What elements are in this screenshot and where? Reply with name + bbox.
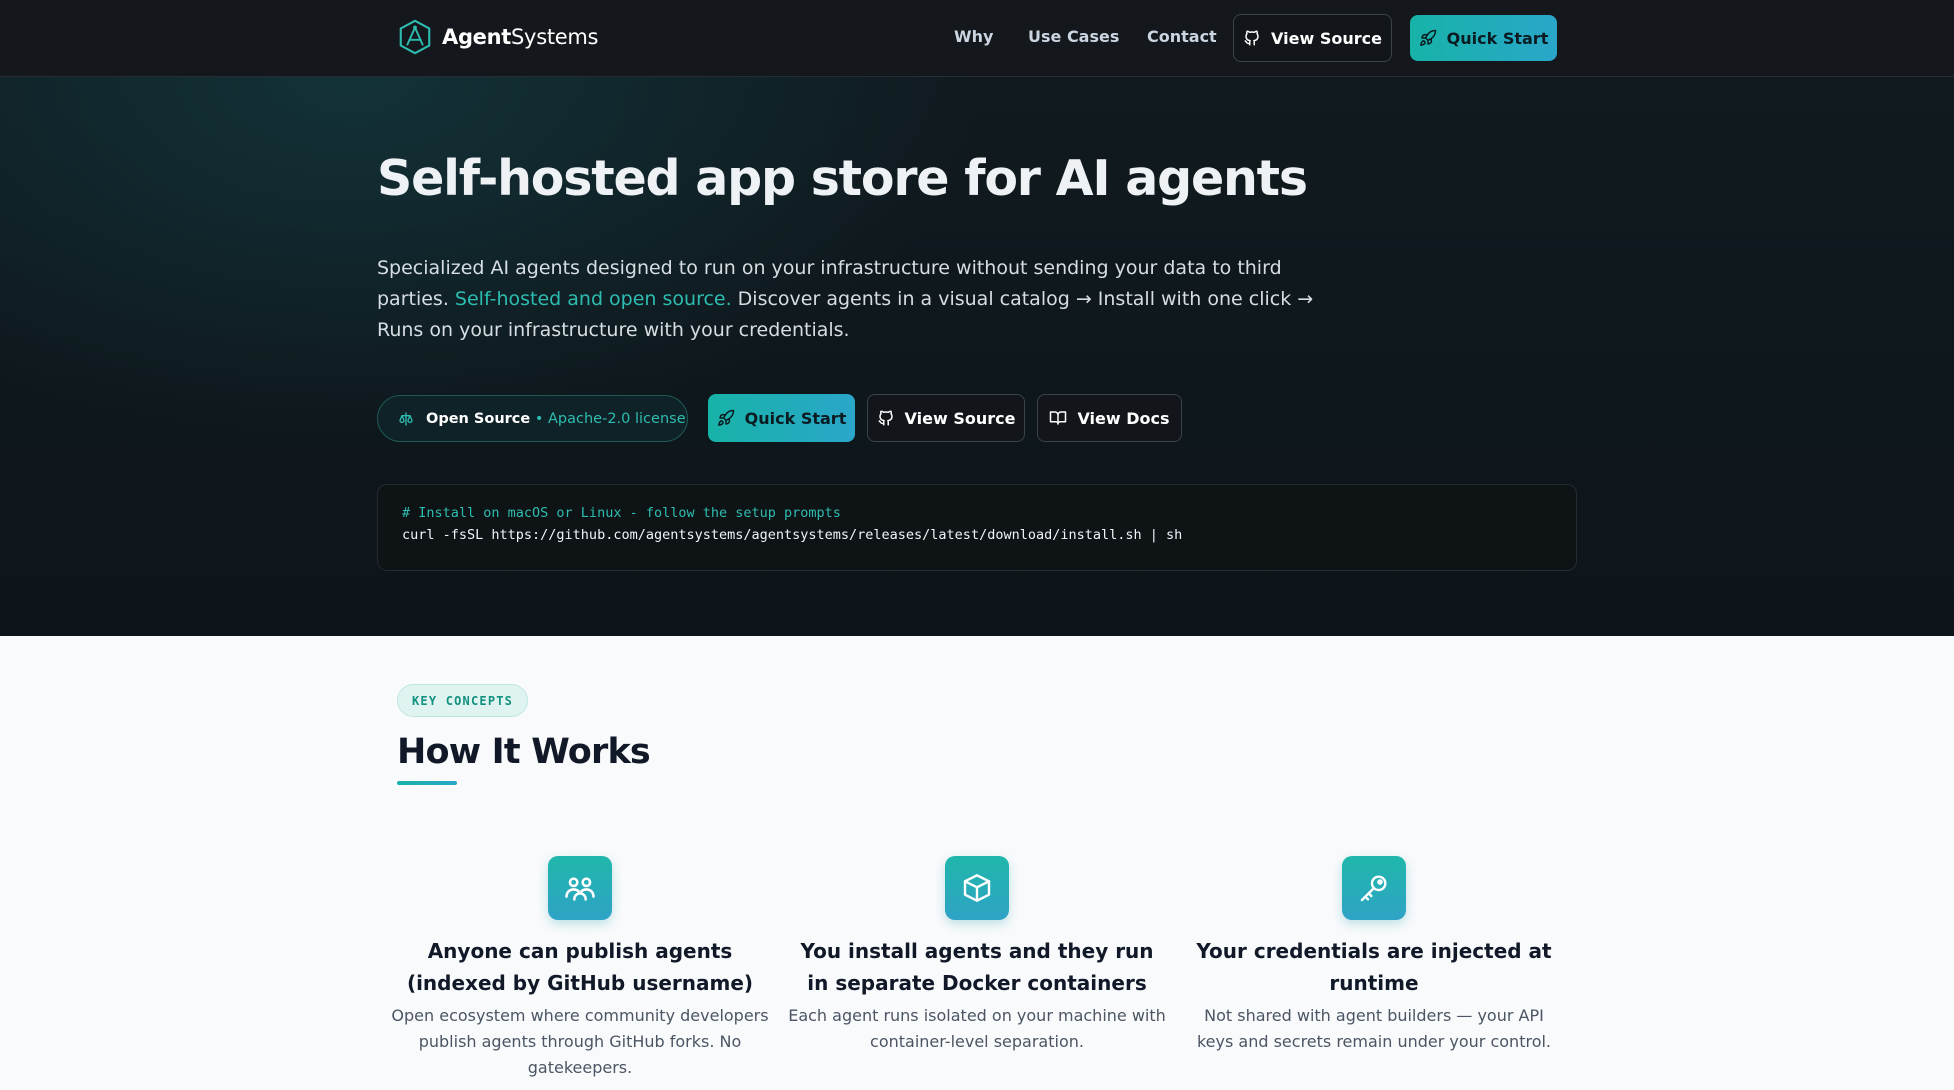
feature-card-docker: You install agents and they run in separ… [787,856,1167,1055]
open-source-label: Open Source [426,410,531,427]
rocket-icon [1419,29,1436,46]
hero-view-docs-label: View Docs [1077,408,1170,428]
users-icon [548,856,612,920]
agentsystems-logo-icon [399,19,431,55]
license-label: Apache-2.0 license [548,410,686,427]
open-source-badge[interactable]: Open Source • Apache-2.0 license [377,395,688,442]
box-icon [945,856,1009,920]
nav-link-contact[interactable]: Contact [1147,27,1217,46]
scale-icon [399,411,413,426]
install-code-block[interactable]: # Install on macOS or Linux - follow the… [377,484,1577,571]
brand-name: AgentSystems [442,25,599,49]
install-command[interactable]: curl -fsSL https://github.com/agentsyste… [402,524,1552,546]
feature-title: You install agents and they run in separ… [800,939,1154,995]
key-concepts-badge: KEY CONCEPTS [397,684,529,717]
hero-quick-start-button[interactable]: Quick Start [708,394,855,442]
feature-title: Anyone can publish agents (indexed by Gi… [406,939,754,995]
hero-view-source-label: View Source [904,408,1016,428]
rocket-icon [717,409,734,426]
hero-section: Self-hosted app store for AI agents Spec… [0,77,1954,636]
feature-card-credentials: Your credentials are injected at runtime… [1184,856,1564,1055]
feature-card-publish: Anyone can publish agents (indexed by Gi… [390,856,770,1081]
nav-view-source-label: View Source [1271,28,1382,48]
hero-description: Specialized AI agents designed to run on… [377,257,1314,341]
key-icon [1342,856,1406,920]
hero-title: Self-hosted app store for AI agents [377,150,1308,207]
brand-logo-link[interactable]: AgentSystems [396,18,598,56]
how-it-works-title: How It Works [397,732,651,772]
hero-view-docs-button[interactable]: View Docs [1037,394,1182,442]
github-icon [1244,30,1259,46]
nav-link-use-cases[interactable]: Use Cases [1028,27,1119,46]
feature-description: Open ecosystem where community developer… [391,1006,769,1077]
book-icon [1050,411,1067,425]
feature-description: Not shared with agent builders — your AP… [1196,1006,1552,1051]
hero-description-highlight: Self-hosted and open source. [454,288,732,310]
nav-link-why[interactable]: Why [954,27,993,46]
hero-quick-start-label: Quick Start [744,408,847,428]
nav-quick-start-label: Quick Start [1446,28,1549,48]
feature-description: Each agent runs isolated on your machine… [788,1006,1166,1051]
top-nav: AgentSystems Why Use Cases Contact View … [0,0,1954,77]
hero-view-source-button[interactable]: View Source [867,394,1025,442]
title-underline [397,781,457,785]
install-code-comment: # Install on macOS or Linux - follow the… [402,505,841,521]
feature-title: Your credentials are injected at runtime [1196,939,1552,995]
nav-view-source-button[interactable]: View Source [1233,14,1392,62]
nav-quick-start-button[interactable]: Quick Start [1410,15,1557,61]
github-icon [878,410,893,426]
